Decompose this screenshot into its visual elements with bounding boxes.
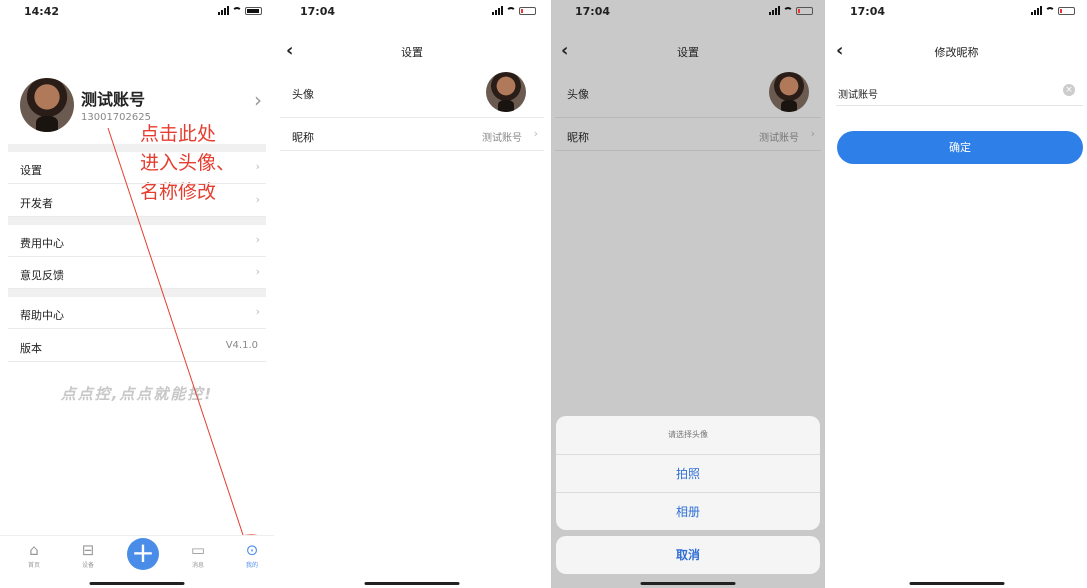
- home-indicator: [89, 582, 185, 585]
- wifi-icon: [1045, 6, 1055, 15]
- nickname-row[interactable]: 昵称 测试账号 ›: [555, 119, 821, 151]
- home-indicator: [364, 582, 460, 585]
- divider: [8, 217, 266, 225]
- menu-item-help[interactable]: 帮助中心 ›: [8, 297, 266, 329]
- chevron-right-icon: ›: [255, 265, 260, 278]
- version-value: V4.1.0: [225, 340, 258, 351]
- wifi-icon: [506, 6, 516, 15]
- status-icons: [492, 6, 536, 15]
- page-title: 修改昵称: [934, 46, 979, 59]
- sheet-title: 请选择头像: [668, 430, 708, 439]
- battery-icon: [796, 6, 813, 15]
- user-icon: ⊙: [245, 541, 259, 559]
- menu-item-billing[interactable]: 费用中心 ›: [8, 225, 266, 257]
- menu-item-feedback[interactable]: 意见反馈 ›: [8, 257, 266, 289]
- menu-item-developer[interactable]: 开发者 ›: [8, 185, 266, 217]
- home-indicator: [640, 582, 736, 585]
- status-icons: [769, 6, 813, 15]
- battery-icon: [519, 6, 536, 15]
- slogan: 点点控,点点就能控!: [60, 385, 214, 403]
- home-indicator: [909, 582, 1004, 585]
- nickname-row[interactable]: 昵称 测试账号 ›: [280, 119, 544, 151]
- signal-icon: [769, 6, 780, 15]
- status-bar: 17:04: [826, 0, 1087, 28]
- menu-item-version[interactable]: 版本 V4.1.0: [8, 330, 266, 362]
- cancel-sheet: 取消: [556, 536, 820, 574]
- tab-mine[interactable]: ⊙ 我的: [232, 542, 272, 569]
- settings-screen: 17:04 ‹ 设置 头像 昵称 测试账号 ›: [276, 0, 548, 588]
- avatar-row[interactable]: 头像: [280, 70, 544, 118]
- avatar[interactable]: [486, 72, 526, 112]
- add-button[interactable]: +: [127, 538, 159, 570]
- status-icons: [1031, 6, 1075, 15]
- battery-icon: [245, 6, 262, 15]
- page-title: 设置: [677, 46, 699, 59]
- chevron-right-icon: ›: [254, 88, 262, 112]
- chevron-right-icon: ›: [533, 127, 538, 140]
- my-profile-screen: 14:42 测试账号 13001702625 › 点击此处 进入头像、 名称修改…: [0, 0, 274, 588]
- chevron-right-icon: ›: [255, 160, 260, 173]
- page-title: 设置: [401, 46, 423, 59]
- avatar-row[interactable]: 头像: [555, 70, 821, 118]
- menu-item-settings[interactable]: 设置 ›: [8, 152, 266, 184]
- tab-messages[interactable]: ▭ 消息: [178, 542, 218, 569]
- tab-home[interactable]: ⌂ 首页: [14, 542, 54, 569]
- signal-icon: [492, 6, 503, 15]
- clear-icon[interactable]: ×: [1063, 84, 1075, 96]
- nav-bar: ‹ 设置: [551, 36, 825, 66]
- confirm-button[interactable]: 确定: [837, 131, 1083, 164]
- router-icon: ⊟: [81, 541, 95, 559]
- nickname-value: 测试账号: [482, 133, 522, 144]
- avatar[interactable]: [769, 72, 809, 112]
- avatar[interactable]: [20, 78, 74, 132]
- status-time: 17:04: [850, 5, 886, 18]
- settings-avatar-sheet-screen: 17:04 ‹ 设置 头像 昵称 测试账号 › 请选择头像 拍照 相册 取消: [551, 0, 825, 588]
- nickname-value: 测试账号: [759, 133, 799, 144]
- status-icons: [218, 6, 262, 15]
- avatar-action-sheet: 请选择头像 拍照 相册: [556, 416, 820, 530]
- signal-icon: [218, 6, 229, 15]
- profile-name: 测试账号: [81, 90, 146, 109]
- tab-devices[interactable]: ⊟ 设备: [68, 542, 108, 569]
- cancel-button[interactable]: 取消: [556, 536, 820, 574]
- nickname-input-value: 测试账号: [838, 90, 878, 101]
- wifi-icon: [783, 6, 793, 15]
- take-photo-button[interactable]: 拍照: [556, 454, 820, 492]
- nickname-input[interactable]: 测试账号 ×: [836, 80, 1083, 106]
- status-bar: 17:04: [551, 0, 825, 28]
- signal-icon: [1031, 6, 1042, 15]
- status-time: 17:04: [575, 5, 611, 18]
- battery-icon: [1058, 6, 1075, 15]
- status-bar: 14:42: [0, 0, 274, 28]
- message-icon: ▭: [190, 541, 206, 559]
- status-bar: 17:04: [276, 0, 548, 28]
- wifi-icon: [232, 6, 242, 15]
- chevron-right-icon: ›: [255, 233, 260, 246]
- nav-bar: ‹ 修改昵称: [826, 36, 1087, 66]
- nav-bar: ‹ 设置: [276, 36, 548, 66]
- status-time: 14:42: [24, 5, 60, 18]
- chevron-right-icon: ›: [810, 127, 815, 140]
- chevron-right-icon: ›: [255, 193, 260, 206]
- album-button[interactable]: 相册: [556, 492, 820, 530]
- home-icon: ⌂: [29, 541, 39, 559]
- divider: [8, 289, 266, 297]
- chevron-right-icon: ›: [255, 305, 260, 318]
- divider: [8, 144, 266, 152]
- status-time: 17:04: [300, 5, 336, 18]
- edit-nickname-screen: 17:04 ‹ 修改昵称 测试账号 × 确定: [826, 0, 1087, 588]
